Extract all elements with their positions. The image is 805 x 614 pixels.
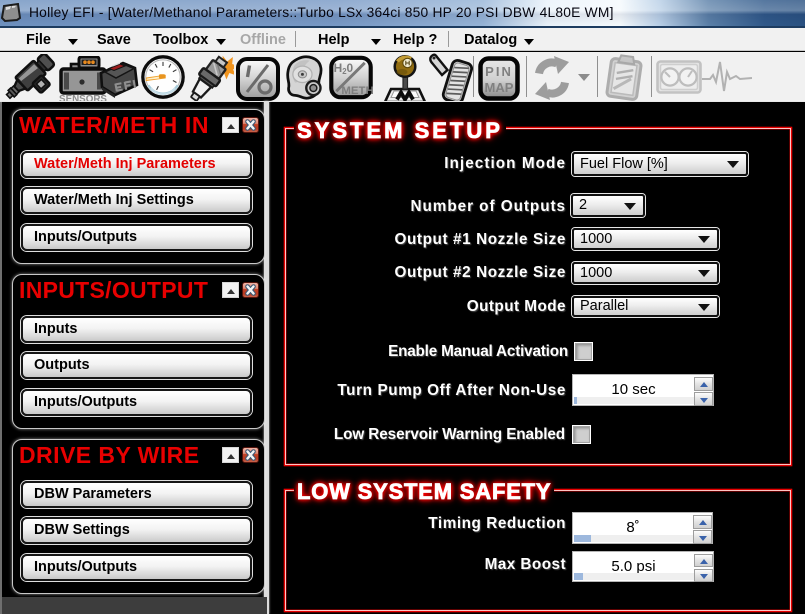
svg-text:PIN: PIN (485, 64, 513, 79)
svg-text:METH: METH (341, 85, 373, 97)
svg-text:MAP: MAP (485, 80, 514, 95)
